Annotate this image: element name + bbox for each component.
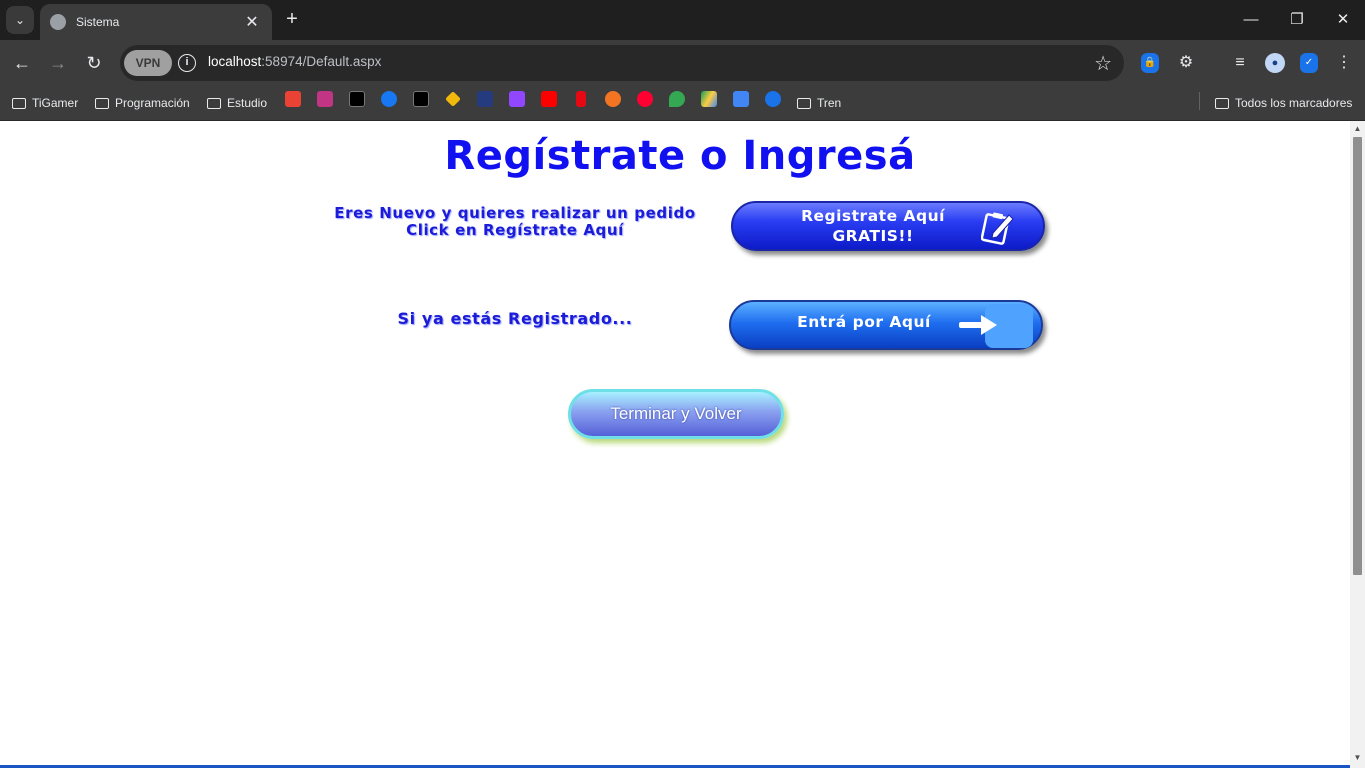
new-user-line-1: Eres Nuevo y quieres realizar un pedido	[334, 204, 696, 222]
arrow-right-icon	[959, 315, 997, 335]
profile-avatar[interactable]: ●	[1265, 53, 1285, 73]
bookmarks-divider	[1199, 92, 1200, 110]
gmail-icon[interactable]	[285, 91, 301, 107]
youtube-icon[interactable]	[541, 91, 557, 107]
facebook-icon[interactable]	[381, 91, 397, 107]
url-path: :58974/Default.aspx	[261, 54, 382, 69]
site-info-icon[interactable]: i	[178, 54, 196, 72]
new-user-line-2: Click en Regístrate Aquí	[406, 221, 624, 239]
instagram-icon[interactable]	[317, 91, 333, 107]
media-control-icon[interactable]: ≡	[1227, 50, 1253, 76]
bookmark-label: Estudio	[227, 96, 268, 110]
scroll-up-arrow-icon[interactable]: ▲	[1353, 124, 1362, 134]
browser-toolbar: ← → ↻ VPN i localhost:58974/Default.aspx…	[0, 40, 1365, 86]
url-host: localhost	[208, 54, 262, 69]
back-button[interactable]: ←	[8, 49, 36, 77]
page-content: Regístrate o Ingresá Eres Nuevo y quiere…	[0, 121, 1350, 768]
register-button-line-2: GRATIS!!	[832, 227, 914, 245]
page-title: Regístrate o Ingresá	[444, 133, 916, 179]
clipboard-pencil-icon	[981, 212, 1014, 245]
close-tab-icon[interactable]: ✕	[242, 12, 262, 32]
google-maps-icon[interactable]	[669, 91, 685, 107]
bookmark-star-icon[interactable]: ☆	[1094, 51, 1112, 76]
register-button-line-1: Registrate Aquí	[801, 207, 945, 225]
bookmark-folder-programacion[interactable]: Programación	[95, 93, 190, 113]
tab-strip: ⌄ Sistema ✕ + — ❐ ✕	[0, 0, 1365, 40]
minimize-button[interactable]: —	[1235, 6, 1267, 34]
folder-icon	[797, 97, 811, 109]
vpn-badge[interactable]: VPN	[124, 50, 172, 76]
google-drive-icon[interactable]	[701, 91, 717, 107]
enter-button[interactable]: Entrá por Aquí	[729, 300, 1043, 350]
url-text[interactable]: localhost:58974/Default.aspx	[208, 54, 381, 69]
vertical-scrollbar[interactable]: ▲ ▼	[1350, 121, 1365, 768]
play-icon[interactable]	[765, 91, 781, 107]
tiktok-icon[interactable]	[413, 91, 429, 107]
enter-button-label: Entrá por Aquí	[797, 313, 931, 331]
bookmark-label: Programación	[115, 96, 190, 110]
extensions-icon[interactable]: ⚙	[1173, 50, 1199, 76]
bookmark-label: TiGamer	[32, 96, 79, 110]
bookmark-folder-tren[interactable]: Tren	[797, 93, 841, 113]
folder-icon	[207, 97, 221, 109]
new-user-prompt: Eres Nuevo y quieres realizar un pedido …	[300, 205, 730, 239]
globe-icon	[50, 14, 66, 30]
close-window-button[interactable]: ✕	[1327, 6, 1359, 34]
menu-kebab-icon[interactable]: ⋮	[1331, 50, 1357, 76]
register-button[interactable]: Registrate Aquí GRATIS!!	[731, 201, 1045, 251]
registered-prompt: Si ya estás Registrado...	[397, 309, 633, 328]
scroll-down-arrow-icon[interactable]: ▼	[1353, 753, 1362, 763]
bookmark-folder-estudio[interactable]: Estudio	[207, 93, 267, 113]
register-button-label: Registrate Aquí GRATIS!!	[773, 206, 973, 246]
bookmark-label: Tren	[817, 96, 842, 110]
paypal-icon[interactable]	[477, 91, 493, 107]
forward-button[interactable]: →	[44, 49, 72, 77]
scroll-thumb[interactable]	[1353, 137, 1362, 575]
folder-icon	[95, 97, 109, 109]
reload-button[interactable]: ↻	[80, 49, 108, 77]
crunchyroll-icon[interactable]	[605, 91, 621, 107]
all-bookmarks-label: Todos los marcadores	[1235, 96, 1353, 110]
tab-title: Sistema	[76, 15, 120, 29]
finish-and-return-button[interactable]: Terminar y Volver	[568, 389, 784, 439]
youtube-music-icon[interactable]	[637, 91, 653, 107]
tab-search-chevron-icon[interactable]: ⌄	[6, 6, 34, 34]
new-tab-button[interactable]: +	[280, 8, 304, 32]
google-translate-icon[interactable]	[733, 91, 749, 107]
address-bar[interactable]: VPN i localhost:58974/Default.aspx ☆	[120, 45, 1124, 81]
netflix-icon[interactable]	[576, 91, 586, 107]
bookmark-folder-tigamer[interactable]: TiGamer	[12, 93, 78, 113]
folder-icon	[1215, 97, 1229, 109]
shield-extension-icon[interactable]: ✓	[1300, 53, 1318, 73]
password-manager-icon[interactable]: 🔒	[1141, 53, 1159, 73]
folder-icon	[12, 97, 26, 109]
finish-button-label: Terminar y Volver	[610, 404, 742, 423]
restore-button[interactable]: ❐	[1281, 6, 1313, 34]
twitch-icon[interactable]	[509, 91, 525, 107]
all-bookmarks-folder[interactable]: Todos los marcadores	[1215, 93, 1352, 113]
x-icon[interactable]	[349, 91, 365, 107]
tab-sistema[interactable]: Sistema ✕	[40, 4, 272, 40]
